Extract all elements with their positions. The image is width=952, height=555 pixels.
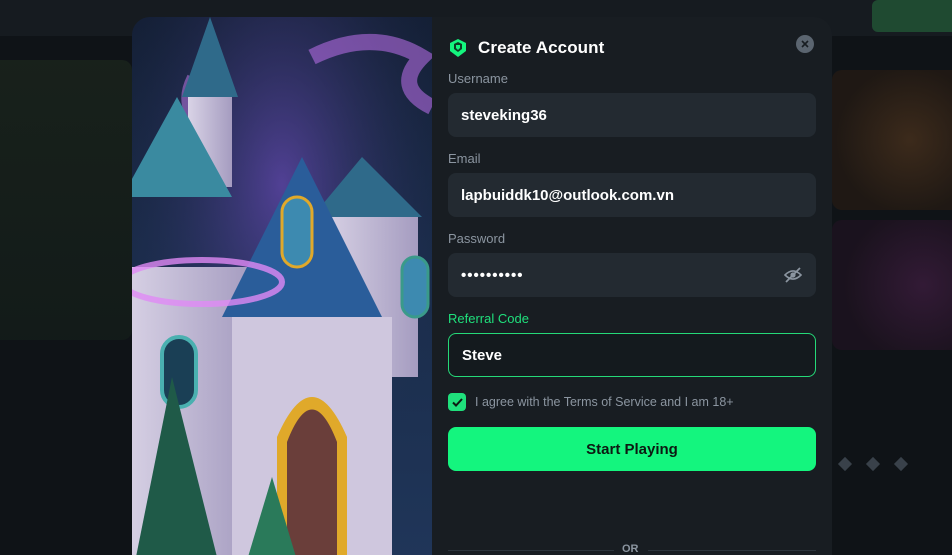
referral-value: Steve — [462, 346, 503, 364]
eye-slash-icon[interactable] — [784, 267, 802, 283]
password-value: •••••••••• — [461, 266, 524, 284]
castle-illustration — [132, 17, 432, 555]
username-label: Username — [448, 71, 508, 86]
or-divider: OR — [448, 543, 816, 555]
background-game-card — [832, 220, 952, 350]
password-input[interactable]: •••••••••• — [448, 253, 816, 297]
email-label: Email — [448, 151, 481, 166]
email-input[interactable]: lapbuiddk10@outlook.com.vn — [448, 173, 816, 217]
terms-row: I agree with the Terms of Service and I … — [448, 393, 734, 411]
shield-logo-icon — [450, 39, 466, 57]
modal-title: Create Account — [478, 38, 605, 57]
modal-header: Create Account — [448, 35, 604, 61]
divider-line — [448, 550, 614, 551]
start-playing-button[interactable]: Start Playing — [448, 427, 816, 471]
create-account-modal: Create Account Username steveking36 Emai… — [132, 17, 832, 555]
background-game-card — [832, 70, 952, 210]
checkmark-icon — [451, 397, 463, 407]
background-icons — [837, 456, 950, 476]
username-input[interactable]: steveking36 — [448, 93, 816, 137]
password-label: Password — [448, 231, 506, 246]
terms-text[interactable]: I agree with the Terms of Service and I … — [475, 395, 734, 409]
background-banner — [0, 60, 132, 340]
close-button[interactable] — [796, 35, 814, 53]
or-label: OR — [622, 543, 639, 555]
email-value: lapbuiddk10@outlook.com.vn — [461, 186, 674, 204]
referral-label: Referral Code — [448, 311, 529, 326]
close-icon — [801, 40, 809, 48]
divider-line — [648, 550, 816, 551]
username-value: steveking36 — [461, 106, 547, 124]
signup-form: Create Account Username steveking36 Emai… — [432, 17, 832, 555]
terms-checkbox[interactable] — [448, 393, 466, 411]
referral-code-input[interactable]: Steve — [448, 333, 816, 377]
background-button — [872, 0, 952, 32]
